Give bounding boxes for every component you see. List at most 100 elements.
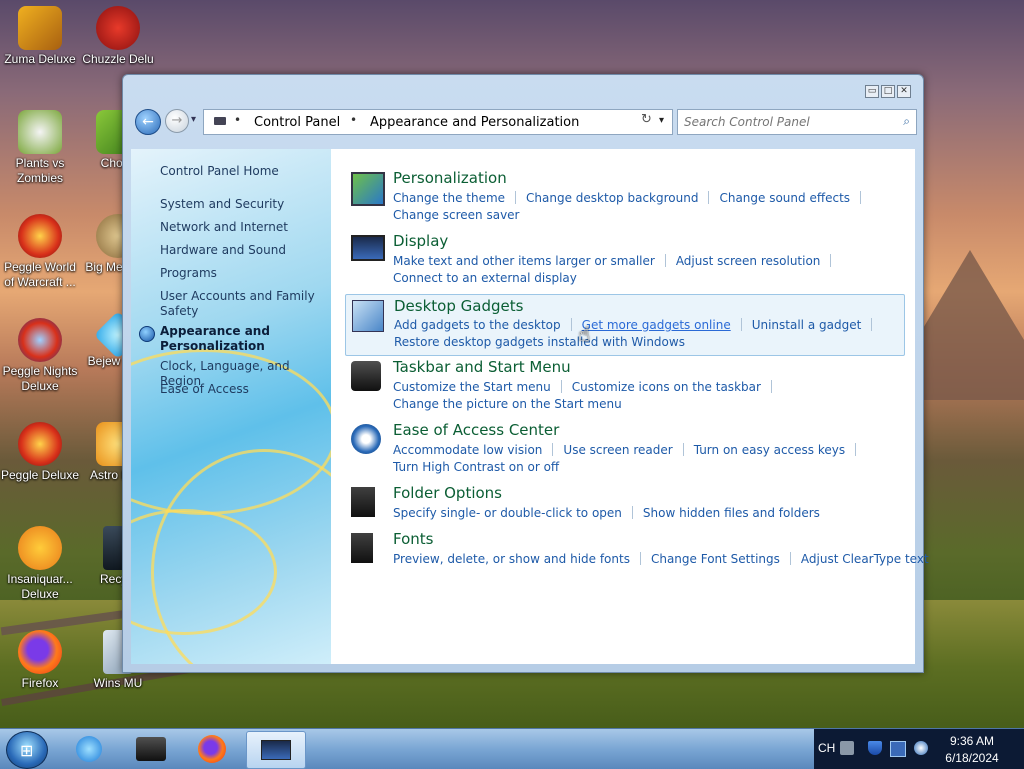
category-title-fonts[interactable]: Fonts bbox=[393, 530, 433, 548]
maximize-button[interactable]: □ bbox=[881, 85, 895, 98]
link-divider bbox=[855, 443, 857, 456]
accessibility-tray-icon[interactable] bbox=[914, 741, 928, 755]
link-change-font-settings[interactable]: Change Font Settings bbox=[651, 552, 780, 566]
nav-user-accounts-and-family-safety[interactable]: User Accounts and Family Safety bbox=[160, 289, 325, 319]
breadcrumb-separator: • bbox=[234, 113, 242, 127]
link-divider bbox=[708, 191, 710, 204]
nav-appearance-and-personalization[interactable]: Appearance and Personalization bbox=[160, 324, 325, 354]
nav-programs[interactable]: Programs bbox=[160, 266, 325, 281]
desktop-icon-firefox[interactable]: Firefox bbox=[0, 630, 80, 691]
link-restore-desktop-gadgets[interactable]: Restore desktop gadgets installed with W… bbox=[394, 335, 685, 349]
category-title-folder-options[interactable]: Folder Options bbox=[393, 484, 502, 502]
link-change-start-menu-picture[interactable]: Change the picture on the Start menu bbox=[393, 397, 622, 411]
link-change-the-theme[interactable]: Change the theme bbox=[393, 191, 505, 205]
language-indicator[interactable]: CH bbox=[818, 741, 835, 755]
link-preview-delete-show-hide-fonts[interactable]: Preview, delete, or show and hide fonts bbox=[393, 552, 630, 566]
breadcrumb-separator: • bbox=[350, 113, 358, 127]
link-divider bbox=[515, 191, 517, 204]
desktop-icon-peggle-world-of-warcraft[interactable]: Peggle World of Warcraft ... bbox=[0, 214, 80, 290]
link-use-screen-reader[interactable]: Use screen reader bbox=[563, 443, 672, 457]
link-add-gadgets-to-desktop[interactable]: Add gadgets to the desktop bbox=[394, 318, 561, 332]
category-title-desktop-gadgets[interactable]: Desktop Gadgets bbox=[394, 297, 523, 315]
desktop-icon-chuzzle-deluxe[interactable]: Chuzzle Delu bbox=[78, 6, 158, 67]
internet-explorer-icon bbox=[76, 736, 102, 762]
recent-pages-dropdown[interactable]: ▾ bbox=[191, 114, 196, 125]
breadcrumb-control-panel[interactable]: Control Panel bbox=[254, 115, 340, 130]
link-customize-start-menu[interactable]: Customize the Start menu bbox=[393, 380, 551, 394]
link-show-hidden-files[interactable]: Show hidden files and folders bbox=[643, 506, 820, 520]
control-panel-window: ▭ □ ✕ ← → ▾ • Control Panel • Appearance… bbox=[122, 74, 929, 673]
category-title-display[interactable]: Display bbox=[393, 232, 448, 250]
network-icon[interactable] bbox=[890, 741, 906, 757]
left-navigation-pane: Control Panel Home System and Security N… bbox=[131, 149, 331, 664]
search-input[interactable] bbox=[682, 113, 886, 131]
clock-time[interactable]: 9:36 AM bbox=[934, 734, 1010, 748]
taskbar-control-panel[interactable] bbox=[246, 731, 306, 769]
clock-date[interactable]: 6/18/2024 bbox=[934, 751, 1010, 765]
close-button[interactable]: ✕ bbox=[897, 85, 911, 98]
link-adjust-cleartype-text[interactable]: Adjust ClearType text bbox=[801, 552, 929, 566]
category-title-ease-of-access-center[interactable]: Ease of Access Center bbox=[393, 421, 559, 439]
forward-button[interactable]: → bbox=[165, 109, 189, 133]
peggle-deluxe-icon bbox=[18, 422, 62, 466]
current-section-bullet-icon bbox=[139, 326, 155, 342]
start-button[interactable]: ⊞ bbox=[6, 731, 48, 769]
folder-options-icon bbox=[351, 487, 375, 517]
desktop-icon-peggle-nights-deluxe[interactable]: Peggle Nights Deluxe bbox=[0, 318, 80, 394]
control-panel-taskbar-icon bbox=[261, 740, 291, 760]
desktop-icon-insaniquarium-deluxe[interactable]: Insaniquar... Deluxe bbox=[0, 526, 80, 602]
link-turn-on-easy-access-keys[interactable]: Turn on easy access keys bbox=[694, 443, 845, 457]
category-title-taskbar-and-start-menu[interactable]: Taskbar and Start Menu bbox=[393, 358, 571, 376]
link-get-more-gadgets-online[interactable]: Get more gadgets online bbox=[582, 318, 731, 332]
system-tray: CH 9:36 AM 6/18/2024 bbox=[814, 729, 1024, 769]
control-panel-icon bbox=[214, 117, 226, 125]
category-title-personalization[interactable]: Personalization bbox=[393, 169, 507, 187]
taskbar-media-center[interactable] bbox=[122, 731, 180, 767]
link-uninstall-a-gadget[interactable]: Uninstall a gadget bbox=[752, 318, 862, 332]
link-divider bbox=[639, 552, 641, 565]
link-change-desktop-background[interactable]: Change desktop background bbox=[526, 191, 698, 205]
link-make-text-larger-or-smaller[interactable]: Make text and other items larger or smal… bbox=[393, 254, 655, 268]
link-adjust-screen-resolution[interactable]: Adjust screen resolution bbox=[676, 254, 821, 268]
address-bar[interactable]: • Control Panel • Appearance and Persona… bbox=[203, 109, 673, 135]
zuma-icon bbox=[18, 6, 62, 50]
windows-logo-icon: ⊞ bbox=[20, 741, 34, 760]
link-turn-high-contrast[interactable]: Turn High Contrast on or off bbox=[393, 460, 559, 474]
maximize-icon: □ bbox=[883, 86, 893, 96]
back-button[interactable]: ← bbox=[135, 109, 161, 135]
desktop-gadgets-icon bbox=[352, 300, 384, 332]
link-customize-taskbar-icons[interactable]: Customize icons on the taskbar bbox=[572, 380, 761, 394]
nav-system-and-security[interactable]: System and Security bbox=[160, 197, 325, 212]
address-dropdown-icon[interactable]: ▾ bbox=[659, 115, 664, 126]
link-change-screen-saver[interactable]: Change screen saver bbox=[393, 208, 520, 222]
taskbar-internet-explorer[interactable] bbox=[60, 731, 118, 767]
refresh-icon[interactable]: ↻ bbox=[641, 112, 652, 127]
media-center-icon bbox=[136, 737, 166, 761]
nav-network-and-internet[interactable]: Network and Internet bbox=[160, 220, 325, 235]
search-icon[interactable]: ⌕ bbox=[903, 114, 910, 129]
search-box[interactable]: ⌕ bbox=[677, 109, 917, 135]
keyboard-icon[interactable] bbox=[840, 741, 854, 755]
back-arrow-icon: ← bbox=[142, 114, 154, 130]
link-connect-to-external-display[interactable]: Connect to an external display bbox=[393, 271, 577, 285]
nav-control-panel-home[interactable]: Control Panel Home bbox=[160, 164, 325, 179]
insaniquarium-icon bbox=[18, 526, 62, 570]
link-specify-single-or-double-click[interactable]: Specify single- or double-click to open bbox=[393, 506, 622, 520]
nav-hardware-and-sound[interactable]: Hardware and Sound bbox=[160, 243, 325, 258]
desktop-icon-peggle-deluxe[interactable]: Peggle Deluxe bbox=[0, 422, 80, 483]
hand-cursor-icon: ☝ bbox=[578, 322, 591, 346]
minimize-button[interactable]: ▭ bbox=[865, 85, 879, 98]
peggle-icon bbox=[18, 214, 62, 258]
category-folder-options: Folder Options Specify single- or double… bbox=[345, 484, 905, 524]
link-divider bbox=[570, 318, 572, 331]
link-accommodate-low-vision[interactable]: Accommodate low vision bbox=[393, 443, 542, 457]
taskbar-firefox[interactable] bbox=[184, 731, 242, 767]
breadcrumb-appearance-and-personalization[interactable]: Appearance and Personalization bbox=[370, 115, 579, 130]
link-change-sound-effects[interactable]: Change sound effects bbox=[719, 191, 850, 205]
desktop-icon-plants-vs-zombies[interactable]: Plants vs Zombies bbox=[0, 110, 80, 186]
category-fonts: Fonts Preview, delete, or show and hide … bbox=[345, 530, 929, 570]
nav-ease-of-access[interactable]: Ease of Access bbox=[160, 382, 325, 397]
desktop-icon-zuma-deluxe[interactable]: Zuma Deluxe bbox=[0, 6, 80, 67]
security-shield-icon[interactable] bbox=[868, 741, 882, 755]
firefox-icon bbox=[18, 630, 62, 674]
